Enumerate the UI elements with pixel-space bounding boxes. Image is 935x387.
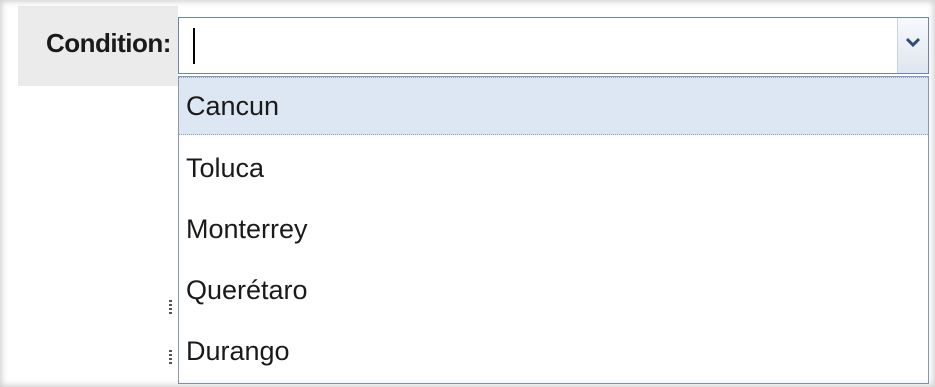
dropdown-option[interactable]: Toluca bbox=[179, 139, 928, 197]
background-fragment bbox=[169, 350, 172, 364]
dropdown-option[interactable]: Querétaro bbox=[179, 261, 928, 319]
dropdown-toggle-button[interactable] bbox=[897, 18, 928, 73]
text-caret bbox=[193, 28, 195, 64]
field-label-cell: Condition: bbox=[18, 6, 178, 86]
condition-combobox[interactable] bbox=[178, 17, 929, 74]
chevron-down-icon bbox=[905, 37, 921, 48]
condition-label: Condition: bbox=[46, 28, 171, 58]
dropdown-option[interactable]: Cancun bbox=[179, 77, 928, 135]
background-fragment bbox=[169, 300, 172, 314]
screenshot-frame: Condition: Cancun Toluca Monterrey Queré… bbox=[0, 0, 935, 387]
dropdown-list[interactable]: Cancun Toluca Monterrey Querétaro Durang… bbox=[178, 76, 929, 384]
dropdown-option[interactable]: Monterrey bbox=[179, 200, 928, 258]
dropdown-option[interactable]: Durango bbox=[179, 322, 928, 380]
